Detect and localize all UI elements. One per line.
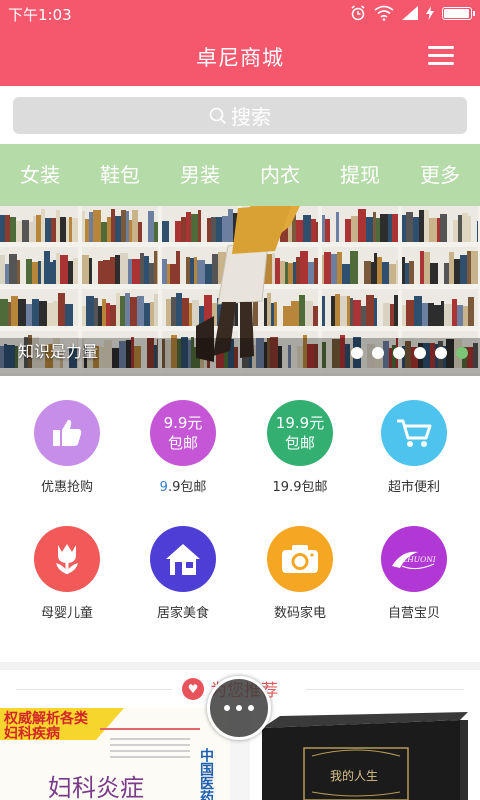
- shortcut-19-9-free-shipping[interactable]: 19.9元 包邮 19.9包邮: [240, 400, 360, 495]
- shortcut-label: 自营宝贝: [387, 606, 440, 621]
- svg-text:我的人生: 我的人生: [330, 768, 378, 783]
- category-bar: 女装 鞋包 男装 内衣 提现 更多: [0, 144, 480, 206]
- search-icon: [209, 107, 227, 124]
- category-item[interactable]: 提现: [320, 144, 400, 206]
- shortcut-label: 居家美食: [156, 606, 209, 621]
- search-placeholder: 搜索: [231, 105, 271, 129]
- carousel-dot[interactable]: [414, 347, 426, 359]
- house-icon: [150, 526, 216, 592]
- shortcut-label: 数码家电: [273, 606, 326, 621]
- label-rest: .9包邮: [167, 480, 207, 495]
- heart-icon: ♥: [182, 677, 204, 700]
- shortcut-self-operated[interactable]: ZHUONI 自营宝贝: [354, 526, 474, 621]
- shortcut-label: 9.9包邮: [123, 476, 243, 495]
- price-19-9-badge: 19.9元 包邮: [267, 400, 333, 466]
- menu-icon[interactable]: [428, 46, 454, 66]
- carousel-dot[interactable]: [393, 347, 405, 359]
- shortcut-label: 超市便利: [387, 480, 440, 495]
- category-item[interactable]: 内衣: [240, 144, 320, 206]
- svg-text:权威解析各类: 权威解析各类: [3, 710, 89, 727]
- carousel-dot[interactable]: [351, 347, 363, 359]
- tulip-icon: [34, 526, 100, 592]
- status-time: 下午1:03: [8, 6, 72, 24]
- signal-icon: [402, 6, 418, 20]
- svg-text:ZHUONI: ZHUONI: [401, 555, 437, 564]
- category-item[interactable]: 更多: [400, 144, 480, 206]
- battery-icon: [442, 6, 475, 20]
- shortcut-home-food[interactable]: 居家美食: [123, 526, 243, 621]
- camera-icon: [267, 526, 333, 592]
- shortcut-9-9-free-shipping[interactable]: 9.9元 包邮 9.9包邮: [123, 400, 243, 495]
- product-card[interactable]: 权威解析各类 妇科疾病 妇科炎症 中国医药科: [0, 708, 230, 800]
- badge-line-2: 包邮: [167, 434, 198, 452]
- category-item[interactable]: 男装: [160, 144, 240, 206]
- shortcut-label: 优惠抢购: [40, 480, 93, 495]
- wifi-icon: [374, 5, 394, 21]
- carousel-dot[interactable]: [456, 347, 468, 359]
- alarm-icon: [351, 5, 365, 21]
- label-highlight: 9: [159, 480, 168, 495]
- svg-text:妇科炎症: 妇科炎症: [48, 774, 144, 800]
- search-area: 搜索: [0, 86, 480, 144]
- shopping-cart-icon: [381, 400, 447, 466]
- badge-line-2: 包邮: [284, 434, 315, 452]
- search-input[interactable]: 搜索: [13, 97, 467, 134]
- carousel-dot[interactable]: [435, 347, 447, 359]
- category-item[interactable]: 鞋包: [80, 144, 160, 206]
- shortcut-supermarket[interactable]: 超市便利: [354, 400, 474, 495]
- section-divider: [0, 662, 480, 670]
- more-options-floating-button[interactable]: [207, 676, 271, 740]
- product-image: 我的人生: [250, 708, 480, 800]
- banner-carousel[interactable]: 知识是力量: [0, 206, 480, 376]
- price-9-9-badge: 9.9元 包邮: [150, 400, 216, 466]
- shortcut-discount[interactable]: 优惠抢购: [7, 400, 127, 495]
- shortcut-digital-appliances[interactable]: 数码家电: [240, 526, 360, 621]
- product-card[interactable]: 我的人生: [250, 708, 480, 800]
- svg-text:中国医药科: 中国医药科: [198, 747, 214, 800]
- shortcut-label: 母婴儿童: [40, 606, 93, 621]
- badge-line-1: 9.9元: [163, 414, 203, 432]
- carousel-dot[interactable]: [372, 347, 384, 359]
- zhuoni-logo-icon: ZHUONI: [381, 526, 447, 592]
- carousel-indicator: [351, 347, 468, 359]
- status-bar: 下午1:03: [0, 0, 480, 26]
- page-title: 卓尼商城: [196, 46, 284, 70]
- divider-line: [16, 689, 172, 690]
- banner-caption: 知识是力量: [18, 342, 99, 361]
- shortcut-label: 19.9包邮: [272, 480, 328, 495]
- battery-level: [444, 8, 470, 18]
- app-header: 卓尼商城: [0, 26, 480, 86]
- charging-icon: [426, 6, 434, 20]
- divider-line: [306, 689, 464, 690]
- svg-text:妇科疾病: 妇科疾病: [3, 725, 60, 742]
- thumbs-up-icon: [34, 400, 100, 466]
- badge-line-1: 19.9元: [275, 414, 325, 432]
- app-screen: 下午1:03 卓尼商城 搜索 女装 鞋包 男装 内衣 提现 更多 知识是力量 优…: [0, 0, 480, 800]
- category-item[interactable]: 女装: [0, 144, 80, 206]
- product-image: 权威解析各类 妇科疾病 妇科炎症 中国医药科: [0, 708, 230, 800]
- shortcut-mother-baby[interactable]: 母婴儿童: [7, 526, 127, 621]
- status-icons: [350, 3, 475, 23]
